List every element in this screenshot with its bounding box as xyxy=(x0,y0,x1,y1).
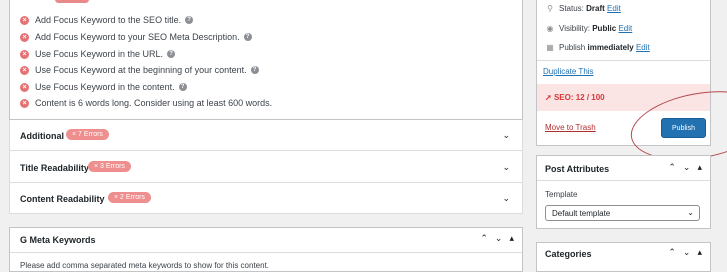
seo-icon: ➚ xyxy=(545,93,552,102)
accordion-additional[interactable]: Additional × 7 Errors ⌄ xyxy=(9,120,523,151)
chevron-down-icon[interactable]: ⌄ xyxy=(683,162,691,173)
seo-check-item: × Content is 6 words long. Consider usin… xyxy=(20,98,272,108)
x-circle-icon: × xyxy=(20,32,29,42)
edit-publish-time-link[interactable]: Edit xyxy=(636,43,650,52)
meta-keywords-box: G Meta Keywords ⌃ ⌄ ▴ Please add comma s… xyxy=(9,227,523,272)
post-attributes-box: Post Attributes ⌃ ⌄ ▴ Template Default t… xyxy=(536,155,711,229)
chevron-up-icon[interactable]: ⌃ xyxy=(668,162,676,173)
chevron-down-icon: ⌄ xyxy=(687,208,694,217)
triangle-up-icon[interactable]: ▴ xyxy=(509,233,514,244)
status-line: ⚲ Status: Draft Edit xyxy=(545,4,621,13)
help-icon[interactable]: ? xyxy=(250,66,259,74)
visibility-line: ◉ Visibility: Public Edit xyxy=(546,24,633,33)
publish-box: ⚲ Status: Draft Edit ◉ Visibility: Publi… xyxy=(536,0,711,146)
seo-section-badge xyxy=(55,0,89,3)
publish-time-line: ▦ Publish immediately Edit xyxy=(546,43,650,52)
move-to-trash-link[interactable]: Move to Trash xyxy=(545,123,596,132)
help-icon[interactable]: ? xyxy=(167,50,176,58)
triangle-up-icon[interactable]: ▴ xyxy=(697,247,702,258)
chevron-down-icon[interactable]: ⌄ xyxy=(495,233,503,244)
error-badge: × 7 Errors xyxy=(66,129,109,140)
seo-check-item: × Add Focus Keyword to your SEO Meta Des… xyxy=(20,32,252,42)
seo-check-item: × Use Focus Keyword in the URL. ? xyxy=(20,49,176,59)
help-icon[interactable]: ? xyxy=(243,33,252,41)
chevron-up-icon[interactable]: ⌃ xyxy=(668,247,676,258)
x-circle-icon: × xyxy=(20,15,29,25)
seo-check-item: × Use Focus Keyword at the beginning of … xyxy=(20,65,259,75)
duplicate-link[interactable]: Duplicate This xyxy=(543,67,594,76)
calendar-icon: ▦ xyxy=(546,43,554,52)
chevron-down-icon[interactable]: ⌄ xyxy=(502,193,510,204)
meta-keywords-title: G Meta Keywords xyxy=(20,235,96,245)
triangle-up-icon[interactable]: ▴ xyxy=(697,162,702,173)
seo-check-item: × Use Focus Keyword in the content. ? xyxy=(20,82,187,92)
help-icon[interactable]: ? xyxy=(185,16,194,24)
x-circle-icon: × xyxy=(20,82,29,92)
error-badge: × 3 Errors xyxy=(88,161,131,172)
edit-status-link[interactable]: Edit xyxy=(607,4,621,13)
chevron-down-icon[interactable]: ⌄ xyxy=(502,162,510,173)
x-circle-icon: × xyxy=(20,49,29,59)
chevron-down-icon[interactable]: ⌄ xyxy=(683,247,691,258)
categories-title: Categories xyxy=(545,249,592,259)
x-circle-icon: × xyxy=(20,65,29,75)
template-select[interactable]: Default template ⌄ xyxy=(545,205,700,221)
error-badge: × 2 Errors xyxy=(108,192,151,203)
edit-visibility-link[interactable]: Edit xyxy=(618,24,632,33)
box-controls: ⌃ ⌄ ▴ xyxy=(480,233,514,244)
pin-icon: ⚲ xyxy=(547,4,553,13)
box-controls: ⌃ ⌄ ▴ xyxy=(668,162,702,173)
accordion-content-readability[interactable]: Content Readability × 2 Errors ⌄ xyxy=(9,183,523,214)
help-icon[interactable]: ? xyxy=(178,83,187,91)
meta-keywords-description: Please add comma separated meta keywords… xyxy=(20,261,270,270)
template-label: Template xyxy=(545,190,578,199)
eye-icon: ◉ xyxy=(546,24,554,33)
x-circle-icon: × xyxy=(20,98,29,108)
chevron-down-icon[interactable]: ⌄ xyxy=(502,130,510,141)
publish-button[interactable]: Publish xyxy=(661,118,706,138)
seo-score-text: ➚ SEO: 12 / 100 xyxy=(545,93,605,102)
seo-check-item: × Add Focus Keyword to the SEO title. ? xyxy=(20,15,194,25)
accordion-title-readability[interactable]: Title Readability × 3 Errors ⌄ xyxy=(9,151,523,183)
chevron-up-icon[interactable]: ⌃ xyxy=(480,233,488,244)
post-attributes-title: Post Attributes xyxy=(545,164,610,174)
seo-checks-panel: × Add Focus Keyword to the SEO title. ? … xyxy=(9,0,523,120)
box-controls: ⌃ ⌄ ▴ xyxy=(668,247,702,258)
seo-score-bar: ➚ SEO: 12 / 100 xyxy=(537,84,710,111)
